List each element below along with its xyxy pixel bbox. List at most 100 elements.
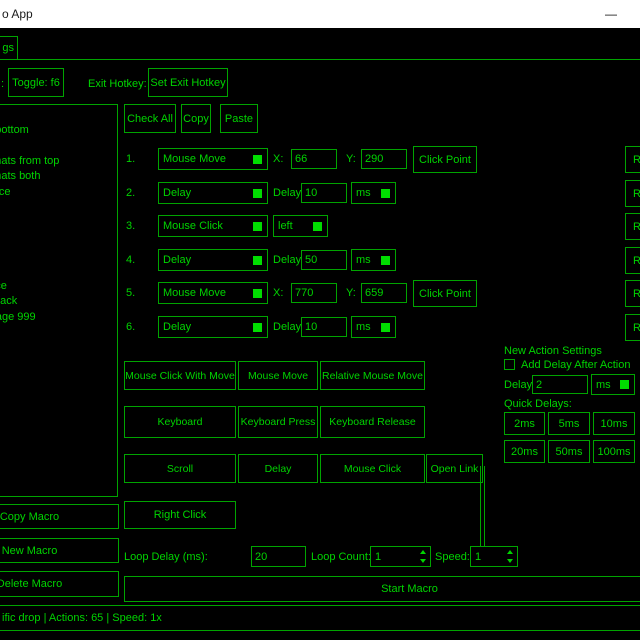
action-row-number: 3. bbox=[126, 220, 135, 232]
loop-count-value: 1 bbox=[375, 551, 381, 563]
right-click-label: Right Click bbox=[154, 509, 207, 521]
new-macro-button[interactable]: New Macro bbox=[0, 538, 119, 563]
check-all-label: Check All bbox=[127, 113, 173, 125]
add-action-button[interactable]: Scroll bbox=[124, 454, 236, 483]
remove-action-button[interactable]: R bbox=[625, 247, 640, 274]
tab-strip-underline bbox=[0, 59, 640, 60]
copy-button[interactable]: Copy bbox=[181, 104, 211, 133]
action-type-dropdown[interactable]: Mouse Move bbox=[158, 148, 268, 170]
list-item[interactable]: torage 999 bbox=[0, 310, 36, 325]
add-delay-checkbox[interactable] bbox=[504, 359, 515, 370]
quick-delays-label: Quick Delays: bbox=[504, 398, 572, 410]
action-type-dropdown[interactable]: Delay bbox=[158, 316, 268, 338]
exit-hotkey-label: Exit Hotkey: bbox=[88, 78, 147, 90]
speed-label: Speed: bbox=[435, 551, 470, 563]
add-action-button[interactable]: Relative Mouse Move bbox=[320, 361, 425, 390]
list-item[interactable]: rance bbox=[0, 185, 11, 200]
minimize-button[interactable]: — bbox=[588, 0, 634, 28]
x-label: X: bbox=[273, 153, 283, 165]
action-type-dropdown-value: Delay bbox=[163, 254, 191, 266]
x-coordinate-input[interactable] bbox=[291, 283, 337, 303]
remove-action-button[interactable]: R bbox=[625, 280, 640, 307]
x-coordinate-input[interactable] bbox=[291, 149, 337, 169]
set-exit-hotkey-button[interactable]: Set Exit Hotkey bbox=[148, 68, 228, 97]
right-click-button[interactable]: Right Click bbox=[124, 501, 236, 529]
quick-delay-button[interactable]: 2ms bbox=[504, 412, 545, 435]
action-type-dropdown[interactable]: Mouse Move bbox=[158, 282, 268, 304]
stepper-up-icon[interactable] bbox=[507, 550, 513, 554]
stepper-up-icon[interactable] bbox=[420, 550, 426, 554]
nas-delay-unit-dropdown[interactable]: ms bbox=[591, 374, 635, 395]
add-action-button[interactable]: Keyboard Release bbox=[320, 406, 425, 438]
remove-action-button[interactable]: R bbox=[625, 213, 640, 240]
quick-delay-button[interactable]: 50ms bbox=[548, 440, 590, 463]
action-type-dropdown[interactable]: Mouse Click bbox=[158, 215, 268, 237]
add-action-button-label: Keyboard Release bbox=[329, 416, 415, 428]
add-action-button[interactable]: Keyboard Press bbox=[238, 406, 318, 438]
quick-delay-button[interactable]: 10ms bbox=[593, 412, 635, 435]
delay-unit-dropdown[interactable]: ms bbox=[351, 316, 396, 338]
add-action-button[interactable]: Keyboard bbox=[124, 406, 236, 438]
stepper-down-icon[interactable] bbox=[507, 559, 513, 563]
list-item[interactable]: g mats from top bbox=[0, 154, 59, 169]
y-coordinate-input[interactable] bbox=[361, 149, 407, 169]
list-item[interactable]: g mats both bbox=[0, 169, 40, 184]
dropdown-arrow-icon bbox=[253, 289, 262, 298]
nas-delay-label: Delay: bbox=[504, 379, 535, 391]
nas-delay-input[interactable] bbox=[532, 375, 588, 394]
delete-macro-button[interactable]: Delete Macro bbox=[0, 571, 119, 597]
action-type-dropdown[interactable]: Delay bbox=[158, 182, 268, 204]
mouse-button-dropdown[interactable]: left bbox=[273, 215, 328, 237]
action-row-number: 5. bbox=[126, 287, 135, 299]
delay-unit-dropdown-value: ms bbox=[356, 187, 371, 199]
list-item[interactable]: ance bbox=[0, 279, 7, 294]
quick-delay-button[interactable]: 20ms bbox=[504, 440, 545, 463]
tab-settings[interactable]: gs bbox=[0, 36, 18, 60]
delay-unit-dropdown[interactable]: ms bbox=[351, 249, 396, 271]
add-action-button[interactable]: Mouse Click With Move bbox=[124, 361, 236, 390]
panel-separator-line bbox=[484, 466, 485, 546]
quick-delay-button[interactable]: 5ms bbox=[548, 412, 590, 435]
delay-input[interactable] bbox=[301, 317, 347, 337]
list-item[interactable]: m bottom bbox=[0, 123, 29, 138]
add-action-button[interactable]: Open Link bbox=[426, 454, 483, 483]
action-type-dropdown-value: Delay bbox=[163, 187, 191, 199]
delay-input[interactable] bbox=[301, 250, 347, 270]
click-point-label: Click Point bbox=[419, 154, 471, 166]
remove-action-button[interactable]: R bbox=[625, 314, 640, 341]
list-item[interactable]: ckpack bbox=[0, 294, 17, 309]
add-action-button-label: Mouse Click bbox=[344, 463, 401, 475]
macro-list[interactable]: om bottomstg mats from topg mats bothran… bbox=[0, 104, 118, 497]
delay-unit-dropdown-value: ms bbox=[356, 254, 371, 266]
tab-settings-label: gs bbox=[2, 42, 14, 54]
paste-button[interactable]: Paste bbox=[220, 104, 258, 133]
status-bar: ific drop | Actions: 65 | Speed: 1x bbox=[0, 605, 640, 631]
add-action-button-label: Scroll bbox=[167, 463, 193, 475]
click-point-button[interactable]: Click Point bbox=[413, 280, 477, 307]
start-macro-button[interactable]: Start Macro bbox=[124, 576, 640, 602]
action-type-dropdown[interactable]: Delay bbox=[158, 249, 268, 271]
quick-delay-button[interactable]: 100ms bbox=[593, 440, 635, 463]
remove-action-button[interactable]: R bbox=[625, 180, 640, 207]
toggle-hotkey-button[interactable]: Toggle: f6 bbox=[8, 68, 64, 97]
speed-stepper[interactable]: 1 bbox=[470, 546, 518, 567]
click-point-button[interactable]: Click Point bbox=[413, 146, 477, 173]
start-macro-label: Start Macro bbox=[381, 583, 438, 595]
add-action-button[interactable]: Mouse Click bbox=[320, 454, 425, 483]
delay-label: Delay bbox=[273, 187, 301, 199]
delay-input[interactable] bbox=[301, 183, 347, 203]
check-all-button[interactable]: Check All bbox=[124, 104, 176, 133]
add-action-button[interactable]: Delay bbox=[238, 454, 318, 483]
copy-macro-button[interactable]: Copy Macro bbox=[0, 504, 119, 529]
loop-count-stepper[interactable]: 1 bbox=[370, 546, 431, 567]
add-action-button[interactable]: Mouse Move bbox=[238, 361, 318, 390]
remove-action-label: R bbox=[633, 255, 640, 267]
loop-count-label: Loop Count: bbox=[311, 551, 371, 563]
window-title: o App bbox=[2, 0, 33, 28]
stepper-down-icon[interactable] bbox=[420, 559, 426, 563]
new-action-settings-title: New Action Settings bbox=[504, 345, 602, 357]
delay-unit-dropdown[interactable]: ms bbox=[351, 182, 396, 204]
loop-delay-input[interactable] bbox=[251, 546, 306, 567]
y-coordinate-input[interactable] bbox=[361, 283, 407, 303]
remove-action-button[interactable]: R bbox=[625, 146, 640, 173]
